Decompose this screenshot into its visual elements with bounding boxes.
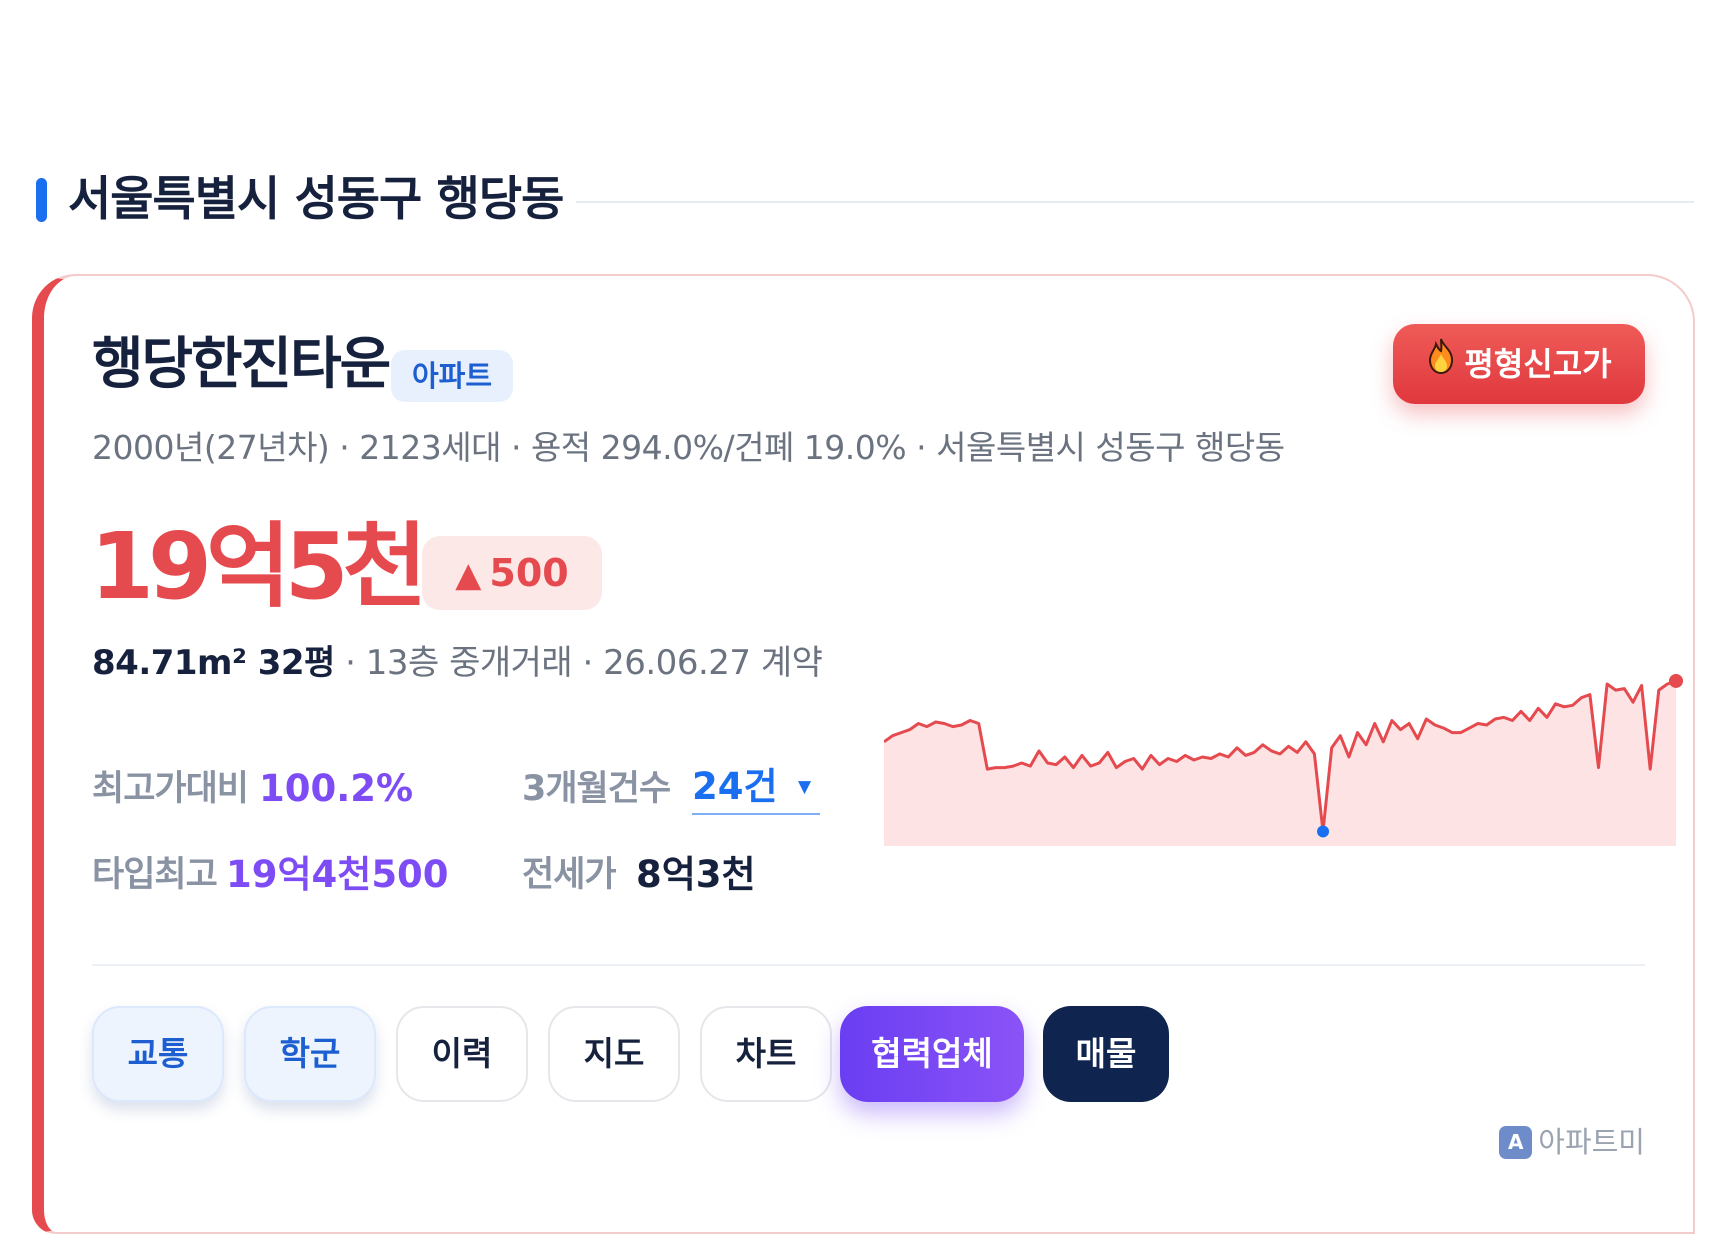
jeonse-value: 8억3천 [636, 853, 756, 896]
price-change-value: 500 [489, 551, 569, 595]
map-button[interactable]: 지도 [548, 1006, 680, 1102]
deal-info: 84.71m² 32평 · 13층 중개거래 · 26.06.27 계약 [92, 638, 823, 688]
listings-button[interactable]: 매물 [1043, 1006, 1169, 1102]
sparkline-min-point [1317, 825, 1330, 838]
school-button[interactable]: 학군 [244, 1006, 376, 1102]
record-badge-label: 평형신고가 [1464, 345, 1612, 383]
chart-button[interactable]: 차트 [700, 1006, 832, 1102]
apartment-name[interactable]: 행당한진타운 [92, 330, 391, 400]
brand-name: 아파트미 [1538, 1125, 1645, 1159]
max-ratio-value: 100.2% [259, 767, 414, 810]
latest-price: 19억5천 [90, 513, 427, 620]
section-divider [576, 201, 1694, 203]
price-change-badge: ▲ 500 [422, 536, 602, 610]
section-header: 서울특별시 성동구 행당동 [36, 168, 1694, 234]
apartment-card[interactable]: 행당한진타운 아파트 평형신고가 2000년(27년차) · 2123세대 · … [32, 274, 1695, 1234]
record-high-badge: 평형신고가 [1393, 324, 1645, 404]
type-max-label: 타입최고 [92, 855, 218, 895]
building-meta: 2000년(27년차) · 2123세대 · 용적 294.0%/건폐 19.0… [92, 428, 1285, 467]
count-value[interactable]: 24건 [692, 763, 778, 811]
triangle-up-icon: ▲ [455, 555, 482, 595]
history-button[interactable]: 이력 [396, 1006, 528, 1102]
jeonse-label: 전세가 [522, 855, 617, 895]
section-accent-bar [36, 178, 47, 222]
count-label: 3개월건수 [522, 769, 671, 809]
card-divider [92, 964, 1645, 966]
traffic-button[interactable]: 교통 [92, 1006, 224, 1102]
fire-icon [1426, 323, 1456, 403]
apartme-logo-icon: A [1499, 1125, 1533, 1159]
count-dropdown[interactable]: 24건 ▼ [692, 763, 820, 815]
type-max-value: 19억4천500 [226, 853, 449, 896]
sparkline-max-point [1669, 673, 1683, 688]
type-badge: 아파트 [391, 350, 513, 402]
deal-detail: · 13층 중개거래 · 26.06.27 계약 [334, 643, 823, 683]
deal-area: 84.71m² 32평 [92, 643, 335, 683]
caret-down-icon[interactable]: ▼ [798, 777, 811, 797]
section-title: 서울특별시 성동구 행당동 [68, 172, 564, 227]
price-sparkline-chart [884, 673, 1683, 846]
max-ratio-label: 최고가대비 [92, 769, 249, 809]
brand-watermark: A 아파트미 [1499, 1122, 1645, 1162]
partners-button[interactable]: 협력업체 [840, 1006, 1024, 1102]
